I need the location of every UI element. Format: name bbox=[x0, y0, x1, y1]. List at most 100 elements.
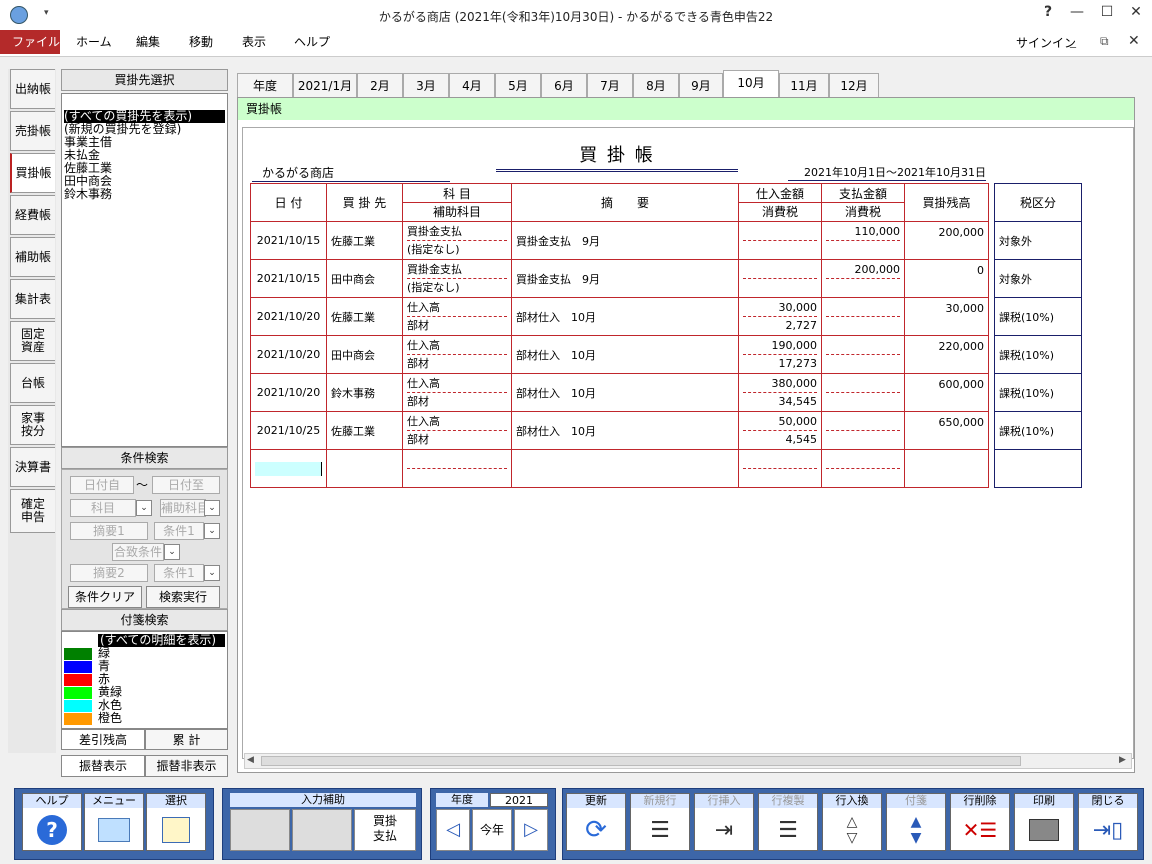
menu-view[interactable]: 表示 bbox=[228, 30, 280, 54]
cond2-dropdown-icon[interactable]: ⌄ bbox=[204, 565, 220, 581]
cell-payment[interactable] bbox=[826, 299, 900, 317]
menu-button[interactable]: メニュー bbox=[84, 793, 144, 851]
tag-item[interactable]: 黄緑 bbox=[64, 686, 225, 699]
cell-balance[interactable]: 220,000 bbox=[904, 335, 989, 374]
cell-purchase-tax[interactable]: 17,273 bbox=[743, 355, 818, 373]
cell-account[interactable]: 買掛金支払 bbox=[407, 261, 507, 279]
month-tab[interactable]: 年度 bbox=[237, 73, 293, 97]
cell-date[interactable]: 2021/10/20 bbox=[250, 297, 327, 336]
cell-purchase[interactable]: 190,000 bbox=[743, 337, 817, 355]
cell-purchase[interactable] bbox=[743, 261, 817, 279]
month-tab[interactable]: 7月 bbox=[587, 73, 633, 97]
tab-balance[interactable]: 差引残高 bbox=[61, 729, 145, 750]
cell-date[interactable]: 2021/10/25 bbox=[250, 411, 327, 450]
next-year-icon[interactable]: ▷ bbox=[514, 809, 548, 851]
sub-account-select[interactable]: 補助科目 bbox=[160, 499, 206, 517]
cell-sub-account[interactable]: 部材 bbox=[407, 431, 507, 449]
delete-row-button[interactable]: 行削除 ✕☰ bbox=[950, 793, 1010, 851]
sidetab-payable[interactable]: 買掛帳 bbox=[10, 153, 55, 193]
cell-balance[interactable]: 650,000 bbox=[904, 411, 989, 450]
month-tab[interactable]: 9月 bbox=[679, 73, 723, 97]
month-tab[interactable]: 12月 bbox=[829, 73, 879, 97]
cell-balance[interactable]: 200,000 bbox=[904, 221, 989, 260]
tag-list[interactable]: (すべての明細を表示) 緑青赤黄緑 水色 橙色 bbox=[61, 631, 228, 729]
sidetab-summary[interactable]: 集計表 bbox=[10, 279, 55, 319]
cell-purchase[interactable]: 30,000 bbox=[743, 299, 817, 317]
date-from-field[interactable]: 日付自 bbox=[70, 476, 134, 494]
match-select[interactable]: 合致条件 bbox=[112, 543, 164, 561]
cell-account[interactable]: 買掛金支払 bbox=[407, 223, 507, 241]
tag-item[interactable]: 橙色 bbox=[64, 712, 225, 725]
menu-help[interactable]: ヘルプ bbox=[280, 30, 344, 54]
sub-account-dropdown-icon[interactable]: ⌄ bbox=[204, 500, 220, 516]
cell-vendor[interactable]: 佐藤工業 bbox=[326, 297, 403, 336]
close-window-button[interactable]: ✕ bbox=[1121, 4, 1151, 26]
new-payment-input[interactable] bbox=[826, 451, 900, 469]
cond2-select[interactable]: 条件1 bbox=[154, 564, 204, 582]
sidetab-financial-stmt[interactable]: 決算書 bbox=[10, 447, 55, 487]
kaikake-payment-button[interactable]: 買掛 支払 bbox=[354, 809, 416, 851]
cell-sub-account[interactable]: (指定なし) bbox=[407, 279, 507, 297]
update-button[interactable]: 更新 ⟳ bbox=[566, 793, 626, 851]
cell-vendor[interactable]: 佐藤工業 bbox=[326, 411, 403, 450]
cell-vendor[interactable]: 田中商会 bbox=[326, 259, 403, 298]
tab-transfer-hide[interactable]: 振替非表示 bbox=[145, 755, 228, 777]
cell-date[interactable]: 2021/10/20 bbox=[250, 373, 327, 412]
tag-button[interactable]: 付箋 ▲ ▼ bbox=[886, 793, 946, 851]
copy-row-button[interactable]: 行複製 ☰ bbox=[758, 793, 818, 851]
close-button[interactable]: 閉じる ⇥▯ bbox=[1078, 793, 1138, 851]
help-question-icon[interactable]: ? bbox=[1033, 4, 1063, 26]
cell-date[interactable]: 2021/10/15 bbox=[250, 259, 327, 298]
cell-memo[interactable]: 部材仕入 10月 bbox=[511, 373, 739, 412]
year-value[interactable]: 2021 bbox=[490, 793, 548, 807]
cell-sub-account[interactable]: 部材 bbox=[407, 355, 507, 373]
account-select[interactable]: 科目 bbox=[70, 499, 136, 517]
new-tax-class-input[interactable] bbox=[994, 449, 1082, 488]
print-button[interactable]: 印刷 bbox=[1014, 793, 1074, 851]
month-tab[interactable]: 6月 bbox=[541, 73, 587, 97]
cell-memo[interactable]: 部材仕入 10月 bbox=[511, 411, 739, 450]
clear-conditions-button[interactable]: 条件クリア bbox=[68, 586, 142, 608]
prev-year-icon[interactable]: ◁ bbox=[436, 809, 470, 851]
sidetab-fixed-asset[interactable]: 固定 資産 bbox=[10, 321, 55, 361]
cell-payment-tax[interactable] bbox=[826, 431, 900, 449]
account-dropdown-icon[interactable]: ⌄ bbox=[136, 500, 152, 516]
vendor-list-item[interactable]: 鈴木事務 bbox=[64, 188, 225, 201]
new-purchase-input[interactable] bbox=[743, 451, 817, 469]
new-payment-tax-input[interactable] bbox=[826, 469, 900, 487]
cell-account[interactable]: 仕入高 bbox=[407, 413, 507, 431]
horizontal-scrollbar[interactable]: ◀ ▶ bbox=[244, 753, 1132, 769]
cell-sub-account[interactable]: 部材 bbox=[407, 393, 507, 411]
month-tab[interactable]: 2021/1月 bbox=[293, 73, 357, 97]
date-to-field[interactable]: 日付至 bbox=[152, 476, 220, 494]
cell-payment-tax[interactable] bbox=[826, 241, 900, 259]
memo2-field[interactable]: 摘要2 bbox=[70, 564, 148, 582]
cell-memo[interactable]: 部材仕入 10月 bbox=[511, 335, 739, 374]
new-row-button[interactable]: 新規行 ☰ bbox=[630, 793, 690, 851]
cell-account[interactable]: 仕入高 bbox=[407, 375, 507, 393]
scroll-right-icon[interactable]: ▶ bbox=[1119, 755, 1126, 765]
cell-vendor[interactable]: 佐藤工業 bbox=[326, 221, 403, 260]
scroll-thumb[interactable] bbox=[261, 756, 1021, 766]
cell-sub-account[interactable]: 部材 bbox=[407, 317, 507, 335]
ribbon-minimize-icon[interactable]: _ bbox=[1070, 34, 1076, 48]
tag-item[interactable]: 緑 bbox=[64, 647, 225, 660]
cell-tax-class[interactable]: 課税(10%) bbox=[994, 411, 1082, 450]
menu-move[interactable]: 移動 bbox=[175, 30, 227, 54]
cell-balance[interactable]: 30,000 bbox=[904, 297, 989, 336]
cell-payment[interactable]: 110,000 bbox=[826, 223, 900, 241]
memo1-field[interactable]: 摘要1 bbox=[70, 522, 148, 540]
cell-vendor[interactable]: 鈴木事務 bbox=[326, 373, 403, 412]
tag-all-item[interactable]: (すべての明細を表示) bbox=[98, 634, 225, 647]
cell-tax-class[interactable]: 対象外 bbox=[994, 259, 1082, 298]
cell-sub-account[interactable]: (指定なし) bbox=[407, 241, 507, 259]
cell-payment[interactable] bbox=[826, 337, 900, 355]
ledger-row[interactable]: 2021/10/20 田中商会 仕入高 部材 部材仕入 10月 190,000 17,273… bbox=[250, 335, 989, 374]
new-purchase-tax-input[interactable] bbox=[743, 469, 817, 487]
month-tab[interactable]: 4月 bbox=[449, 73, 495, 97]
cell-balance[interactable]: 0 bbox=[904, 259, 989, 298]
tab-cumulative[interactable]: 累 計 bbox=[145, 729, 228, 750]
close-doc-icon[interactable]: ✕ bbox=[1128, 33, 1140, 49]
month-tab[interactable]: 11月 bbox=[779, 73, 829, 97]
insert-row-button[interactable]: 行挿入 ⇥ bbox=[694, 793, 754, 851]
